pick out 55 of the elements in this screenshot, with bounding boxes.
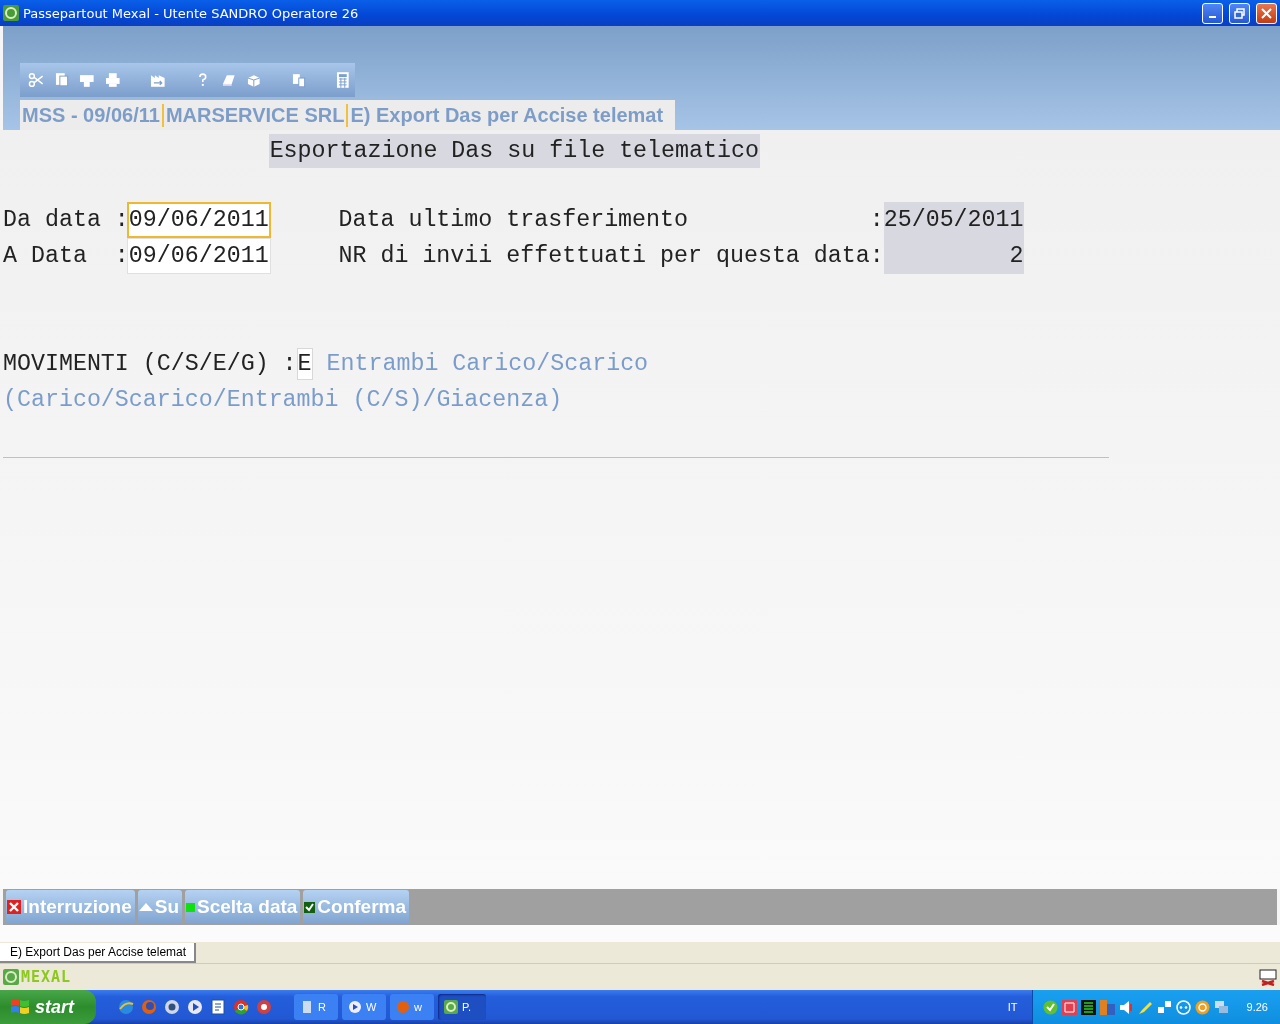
minimize-icon bbox=[1209, 16, 1216, 18]
app-icon bbox=[444, 1000, 458, 1014]
printer-icon[interactable] bbox=[104, 72, 121, 88]
form-title: Esportazione Das su file telematico bbox=[268, 134, 760, 168]
play-icon[interactable] bbox=[187, 999, 203, 1015]
document-icon[interactable] bbox=[210, 999, 226, 1015]
value-description: Entrambi Carico/Scarico bbox=[326, 350, 649, 379]
colon-text: : bbox=[869, 206, 884, 235]
movement-input-field[interactable]: E bbox=[296, 348, 313, 380]
up-arrow-icon bbox=[138, 903, 153, 911]
factory-icon[interactable] bbox=[149, 72, 166, 88]
windows-logo-icon bbox=[10, 998, 30, 1016]
info-label: NR di invii effettuati per questa data: bbox=[338, 242, 884, 271]
taskbar-button[interactable]: R bbox=[294, 994, 338, 1020]
close-button[interactable] bbox=[1256, 2, 1277, 24]
taskbar-button[interactable]: W bbox=[342, 994, 386, 1020]
window-title: Passepartout Mexal - Utente SANDRO Operatore 26 bbox=[23, 5, 360, 21]
header-label: MSS - 09/06/11 bbox=[20, 103, 164, 127]
window-tab[interactable]: E) Export Das per Accise telemat bbox=[0, 943, 197, 963]
close-icon bbox=[7, 900, 21, 914]
refresh-icon[interactable] bbox=[1194, 999, 1210, 1015]
language-indicator[interactable]: IT bbox=[1007, 1001, 1018, 1013]
info-label: Data ultimo trasferimento bbox=[338, 206, 689, 235]
taskbar-button[interactable]: w bbox=[390, 994, 434, 1020]
dots-icon[interactable] bbox=[1175, 999, 1191, 1015]
info-value: 25/05/2011 bbox=[883, 202, 1024, 238]
globe-icon[interactable] bbox=[118, 999, 134, 1015]
check-icon bbox=[304, 901, 316, 913]
app-name: MEXAL bbox=[21, 968, 72, 986]
restore-icon bbox=[1234, 7, 1245, 19]
speaker-icon[interactable] bbox=[1118, 999, 1134, 1015]
box-icon[interactable] bbox=[246, 72, 262, 88]
field-label: MOVIMENTI (C/S/E/G) : bbox=[3, 350, 297, 379]
scissors-icon[interactable] bbox=[28, 72, 44, 88]
header-label: MARSERVICE SRL bbox=[163, 103, 349, 127]
info-value: 2 bbox=[883, 238, 1024, 274]
app-icon bbox=[3, 969, 19, 985]
restore-button[interactable] bbox=[1229, 2, 1250, 24]
calculator-icon[interactable] bbox=[336, 72, 350, 88]
header-label: E) Export Das per Accise telemat bbox=[349, 103, 665, 127]
app-icon bbox=[3, 5, 19, 21]
taskbar-button[interactable]: P. bbox=[438, 994, 486, 1020]
meter-icon[interactable] bbox=[1080, 999, 1096, 1015]
monitors-icon[interactable] bbox=[1213, 999, 1229, 1015]
hint-text: (Carico/Scarico/Entrambi (C/S)/Giacenza) bbox=[3, 386, 564, 415]
date-input-field[interactable]: 09/06/2011 bbox=[126, 202, 271, 238]
field-label: Da data : bbox=[3, 206, 129, 235]
start-button[interactable]: start bbox=[0, 990, 96, 1024]
play-icon bbox=[348, 1000, 362, 1014]
date-input-field[interactable]: 09/06/2011 bbox=[126, 238, 271, 274]
pencil-icon[interactable] bbox=[1137, 999, 1153, 1015]
clock-text: 9.26 bbox=[1246, 1001, 1268, 1013]
field-label: A Data : bbox=[3, 242, 129, 271]
close-icon bbox=[1261, 7, 1272, 19]
minimize-button[interactable] bbox=[1202, 2, 1223, 24]
